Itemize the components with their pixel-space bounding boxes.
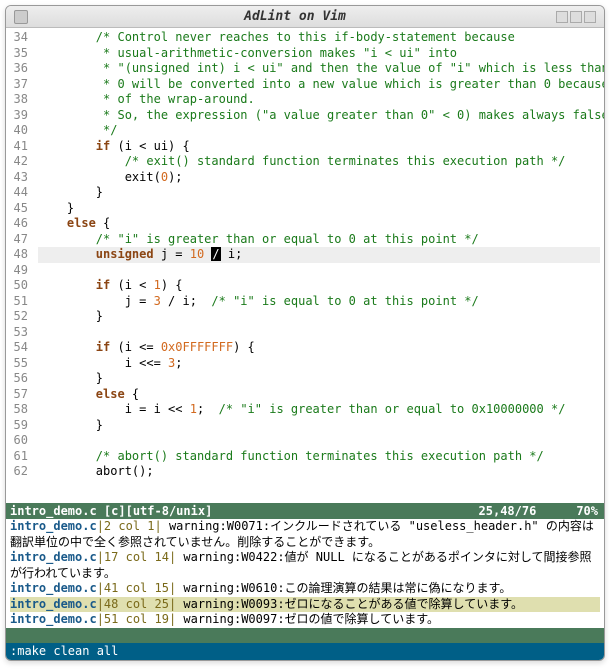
line-number: 55 [6, 356, 28, 372]
quickfix-item[interactable]: intro_demo.c|17 col 14| warning:W0422:値が… [10, 550, 600, 581]
code-line[interactable]: } [38, 309, 600, 325]
code-area[interactable]: /* Control never reaches to this if-body… [34, 28, 604, 503]
code-line[interactable] [38, 433, 600, 449]
line-number: 56 [6, 371, 28, 387]
quickfix-window[interactable]: intro_demo.c|2 col 1| warning:W0071:インクル… [6, 519, 604, 628]
line-number: 52 [6, 309, 28, 325]
titlebar[interactable]: AdLint on Vim [6, 6, 604, 28]
close-button[interactable] [584, 11, 596, 23]
line-number: 49 [6, 263, 28, 279]
code-line[interactable]: else { [38, 216, 600, 232]
line-number: 37 [6, 77, 28, 93]
window: AdLint on Vim 34353637383940414243444546… [5, 5, 605, 661]
code-line[interactable]: /* abort() standard function terminates … [38, 449, 600, 465]
code-line[interactable]: else { [38, 387, 600, 403]
code-line[interactable]: abort(); [38, 464, 600, 480]
code-line[interactable]: * "(unsigned int) i < ui" and then the v… [38, 61, 600, 77]
line-number: 46 [6, 216, 28, 232]
qf-location: |17 col 14| [97, 550, 176, 564]
line-number: 34 [6, 30, 28, 46]
maximize-button[interactable] [570, 11, 582, 23]
qf-message: warning:W0610:この論理演算の結果は常に偽になります。 [176, 581, 511, 595]
qf-message: warning:W0097:ゼロの値で除算しています。 [176, 612, 439, 626]
line-number: 48 [6, 247, 28, 263]
quickfix-statusbar [6, 628, 604, 644]
minimize-button[interactable] [556, 11, 568, 23]
qf-location: |2 col 1| [97, 519, 162, 533]
line-number: 36 [6, 61, 28, 77]
line-number: 51 [6, 294, 28, 310]
line-number: 42 [6, 154, 28, 170]
code-line[interactable]: * usual-arithmetic-conversion makes "i <… [38, 46, 600, 62]
line-number: 57 [6, 387, 28, 403]
code-line[interactable]: exit(0); [38, 170, 600, 186]
status-percent: 70% [576, 504, 600, 518]
command-line[interactable]: :make clean all [6, 643, 604, 660]
line-number: 59 [6, 418, 28, 434]
line-number: 41 [6, 139, 28, 155]
editor-pane[interactable]: 3435363738394041424344454647484950515253… [6, 28, 604, 503]
quickfix-item[interactable]: intro_demo.c|48 col 25| warning:W0093:ゼロ… [10, 597, 600, 613]
code-line[interactable]: /* Control never reaches to this if-body… [38, 30, 600, 46]
qf-message: warning:W0093:ゼロになることがある値で除算しています。 [176, 597, 523, 611]
code-line[interactable] [38, 325, 600, 341]
line-number: 53 [6, 325, 28, 341]
qf-location: |41 col 15| [97, 581, 176, 595]
statusbar: intro_demo.c [c][utf-8/unix] 25,48/76 70… [6, 503, 604, 519]
line-number: 40 [6, 123, 28, 139]
window-title: AdLint on Vim [34, 9, 556, 24]
quickfix-item[interactable]: intro_demo.c|51 col 19| warning:W0097:ゼロ… [10, 612, 600, 628]
code-line[interactable]: if (i < ui) { [38, 139, 600, 155]
code-line[interactable]: * of the wrap-around. [38, 92, 600, 108]
code-line[interactable]: } [38, 201, 600, 217]
code-line[interactable]: */ [38, 123, 600, 139]
qf-file: intro_demo.c [10, 550, 97, 564]
status-file: intro_demo.c [c][utf-8/unix] [10, 504, 479, 518]
line-number: 60 [6, 433, 28, 449]
code-line[interactable]: i = i << 1; /* "i" is greater than or eq… [38, 402, 600, 418]
code-line[interactable]: if (i <= 0x0FFFFFFF) { [38, 340, 600, 356]
code-line[interactable] [38, 263, 600, 279]
code-line[interactable]: /* exit() standard function terminates t… [38, 154, 600, 170]
quickfix-item[interactable]: intro_demo.c|2 col 1| warning:W0071:インクル… [10, 519, 600, 550]
app-icon [14, 10, 28, 24]
code-line[interactable]: unsigned j = 10 / i; [38, 247, 600, 263]
code-line[interactable]: } [38, 185, 600, 201]
line-number: 54 [6, 340, 28, 356]
line-number: 44 [6, 185, 28, 201]
line-number: 43 [6, 170, 28, 186]
code-line[interactable]: * 0 will be converted into a new value w… [38, 77, 600, 93]
code-line[interactable]: } [38, 371, 600, 387]
line-number: 58 [6, 402, 28, 418]
line-number: 38 [6, 92, 28, 108]
window-controls [556, 11, 596, 23]
qf-file: intro_demo.c [10, 581, 97, 595]
code-line[interactable]: if (i < 1) { [38, 278, 600, 294]
quickfix-item[interactable]: intro_demo.c|41 col 15| warning:W0610:この… [10, 581, 600, 597]
line-number: 62 [6, 464, 28, 480]
status-position: 25,48/76 [479, 504, 537, 518]
code-line[interactable]: /* "i" is greater than or equal to 0 at … [38, 232, 600, 248]
qf-file: intro_demo.c [10, 612, 97, 626]
code-line[interactable]: i <<= 3; [38, 356, 600, 372]
line-number: 47 [6, 232, 28, 248]
line-number: 50 [6, 278, 28, 294]
line-number: 39 [6, 108, 28, 124]
qf-location: |48 col 25| [97, 597, 176, 611]
line-number-gutter: 3435363738394041424344454647484950515253… [6, 28, 34, 503]
qf-file: intro_demo.c [10, 519, 97, 533]
qf-file: intro_demo.c [10, 597, 97, 611]
line-number: 61 [6, 449, 28, 465]
code-line[interactable]: j = 3 / i; /* "i" is equal to 0 at this … [38, 294, 600, 310]
line-number: 45 [6, 201, 28, 217]
qf-location: |51 col 19| [97, 612, 176, 626]
line-number: 35 [6, 46, 28, 62]
code-line[interactable]: * So, the expression ("a value greater t… [38, 108, 600, 124]
code-line[interactable]: } [38, 418, 600, 434]
